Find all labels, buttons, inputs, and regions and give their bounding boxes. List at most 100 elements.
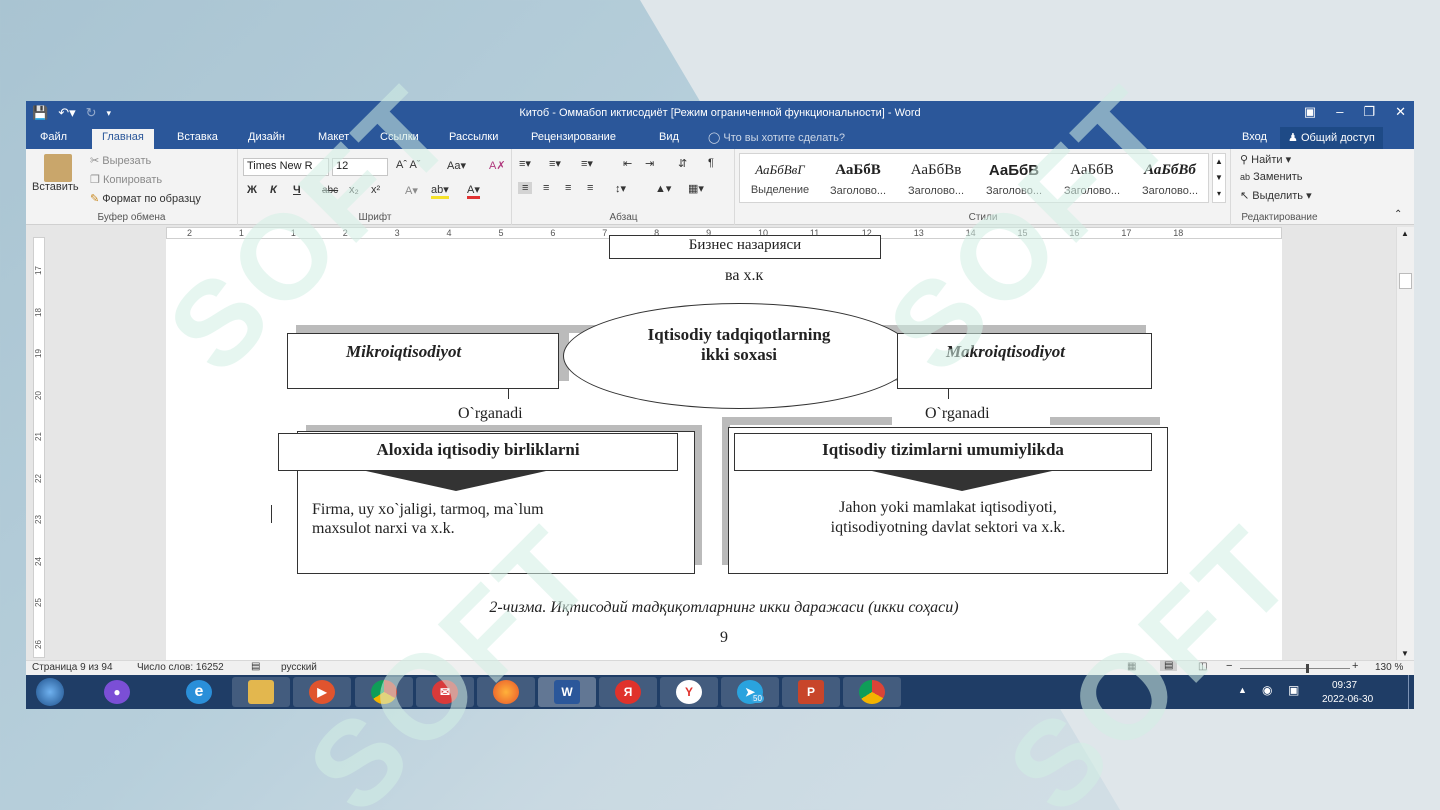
- minimize-button[interactable]: –: [1336, 104, 1343, 120]
- tab-home[interactable]: Главная: [92, 129, 154, 149]
- scroll-thumb[interactable]: [1399, 273, 1412, 289]
- taskbar-word[interactable]: W: [538, 677, 596, 707]
- paste-icon[interactable]: [44, 154, 72, 182]
- word-count[interactable]: Число слов: 16252: [137, 662, 224, 673]
- taskbar-chrome-profile[interactable]: [843, 677, 901, 707]
- underline-button[interactable]: Ч: [293, 184, 301, 196]
- tray-expand-icon[interactable]: ▲: [1238, 685, 1247, 695]
- find-button[interactable]: ⚲ Найти ▾: [1240, 153, 1291, 166]
- web-layout-icon[interactable]: ◫: [1198, 661, 1207, 672]
- text-effects-icon[interactable]: A▾: [405, 184, 418, 197]
- cut-button[interactable]: ✂ Вырезать: [90, 154, 151, 167]
- bold-button[interactable]: Ж: [247, 184, 257, 196]
- strikethrough-button[interactable]: abc: [322, 185, 338, 196]
- style-heading-3[interactable]: АаБбВ Заголово...: [976, 162, 1052, 204]
- tab-view[interactable]: Вид: [659, 131, 679, 143]
- superscript-button[interactable]: x²: [371, 184, 380, 196]
- grow-font-icon[interactable]: Aˆ Aˇ: [396, 159, 420, 171]
- font-name-combo[interactable]: Times New R: [243, 158, 329, 176]
- change-case-icon[interactable]: Aa▾: [447, 159, 466, 172]
- read-mode-icon[interactable]: ▦: [1127, 661, 1136, 672]
- style-heading-2[interactable]: АаБбВв Заголово...: [898, 162, 974, 204]
- ribbon-display-icon[interactable]: ▣: [1304, 104, 1316, 120]
- zoom-out-button[interactable]: −: [1226, 660, 1232, 672]
- page-counter[interactable]: Страница 9 из 94: [32, 662, 113, 673]
- tab-insert[interactable]: Вставка: [177, 131, 218, 143]
- tray-app-icon[interactable]: ◉: [1262, 683, 1272, 697]
- style-heading-4[interactable]: АаБбВ Заголово...: [1054, 162, 1130, 204]
- scroll-down-icon[interactable]: ▼: [1401, 649, 1409, 658]
- share-button[interactable]: ♟ Общий доступ: [1280, 127, 1383, 149]
- zoom-in-button[interactable]: +: [1352, 660, 1358, 672]
- tab-review[interactable]: Рецензирование: [531, 131, 616, 143]
- borders-icon[interactable]: ▦▾: [688, 182, 704, 195]
- sort-icon[interactable]: ⇵: [678, 157, 687, 170]
- multilevel-list-icon[interactable]: ≡▾: [581, 157, 593, 170]
- close-button[interactable]: ✕: [1395, 104, 1406, 120]
- align-right-icon[interactable]: ≡: [565, 182, 571, 194]
- align-left-icon[interactable]: ≡: [518, 182, 533, 194]
- align-center-icon[interactable]: ≡: [543, 182, 549, 194]
- taskbar-explorer[interactable]: [232, 677, 290, 707]
- zoom-thumb[interactable]: [1306, 664, 1309, 673]
- tab-design[interactable]: Дизайн: [248, 131, 285, 143]
- pilcrow-icon[interactable]: ¶: [708, 157, 714, 169]
- document-page[interactable]: Бизнес назарияси ва х.к Iqtisodiy tadqiq…: [166, 235, 1282, 660]
- style-heading-1[interactable]: АаБбВ Заголово...: [820, 162, 896, 204]
- taskbar-yandex[interactable]: Y: [660, 677, 718, 707]
- replace-button[interactable]: ab Заменить: [1240, 171, 1303, 183]
- collapse-ribbon-icon[interactable]: ⌃: [1394, 209, 1402, 220]
- subscript-button[interactable]: x₂: [349, 184, 359, 196]
- decrease-indent-icon[interactable]: ⇤: [623, 157, 632, 170]
- copy-button[interactable]: ❐ Копировать: [90, 173, 162, 186]
- paste-button[interactable]: Вставить: [32, 181, 79, 193]
- shading-icon[interactable]: ▲▾: [655, 182, 671, 195]
- format-painter-button[interactable]: ✎ Формат по образцу: [90, 192, 201, 205]
- bullets-icon[interactable]: ≡▾: [519, 157, 531, 170]
- language-indicator[interactable]: русский: [281, 662, 317, 673]
- taskbar-telegram[interactable]: ➤ 50: [721, 677, 779, 707]
- taskbar-yandex-browser[interactable]: Я: [599, 677, 657, 707]
- taskbar-ie[interactable]: e: [170, 677, 228, 707]
- sign-in-link[interactable]: Вход: [1242, 131, 1267, 143]
- tab-references[interactable]: Ссылки: [380, 131, 419, 143]
- taskbar-alice[interactable]: ●: [88, 677, 146, 707]
- justify-icon[interactable]: ≡: [587, 182, 593, 194]
- right-body-line-2: iqtisodiyotning davlat sektori va x.k.: [830, 519, 1066, 536]
- style-emphasis[interactable]: АаБбВвГ Выделение: [742, 162, 818, 204]
- proofing-icon[interactable]: ▤: [251, 661, 260, 672]
- network-icon[interactable]: ▣: [1288, 683, 1299, 697]
- style-heading-5[interactable]: АаБбВб Заголово...: [1132, 162, 1208, 204]
- font-color-icon[interactable]: A▾: [467, 183, 480, 199]
- zoom-level[interactable]: 130 %: [1375, 662, 1403, 673]
- tell-me-search[interactable]: ◯ Что вы хотите сделать?: [708, 131, 845, 144]
- clock-time[interactable]: 09:37: [1332, 680, 1357, 691]
- font-size-combo[interactable]: 12: [332, 158, 388, 176]
- start-button[interactable]: [36, 678, 64, 706]
- maximize-button[interactable]: ❐: [1363, 104, 1375, 120]
- taskbar-firefox[interactable]: [477, 677, 535, 707]
- styles-scroll[interactable]: ▲ ▼ ▾: [1212, 153, 1226, 203]
- increase-indent-icon[interactable]: ⇥: [645, 157, 654, 170]
- taskbar-app-red[interactable]: ✉: [416, 677, 474, 707]
- italic-button[interactable]: К: [270, 184, 277, 196]
- line-spacing-icon[interactable]: ↕▾: [615, 182, 626, 195]
- taskbar-powerpoint[interactable]: P: [782, 677, 840, 707]
- vertical-scrollbar[interactable]: ▲ ▼: [1396, 227, 1414, 660]
- clock-date[interactable]: 2022-06-30: [1322, 694, 1373, 705]
- highlight-icon[interactable]: ab▾: [431, 183, 449, 199]
- numbering-icon[interactable]: ≡▾: [549, 157, 561, 170]
- scroll-up-icon[interactable]: ▲: [1401, 229, 1409, 238]
- select-button[interactable]: ↖ Выделить ▾: [1240, 189, 1312, 202]
- tab-mailings[interactable]: Рассылки: [449, 131, 498, 143]
- zoom-slider[interactable]: [1240, 664, 1350, 673]
- tab-file[interactable]: Файл: [40, 131, 67, 143]
- style-name: Заголово...: [1063, 185, 1121, 197]
- print-layout-icon[interactable]: ▤: [1160, 660, 1178, 671]
- clear-format-icon[interactable]: A✗: [489, 159, 506, 172]
- vertical-ruler[interactable]: 17 18 19 20 21 22 23 24 25 26: [33, 237, 45, 658]
- show-desktop-button[interactable]: [1408, 675, 1414, 709]
- tab-layout[interactable]: Макет: [318, 131, 349, 143]
- taskbar-media[interactable]: ▶: [293, 677, 351, 707]
- taskbar-chrome[interactable]: [355, 677, 413, 707]
